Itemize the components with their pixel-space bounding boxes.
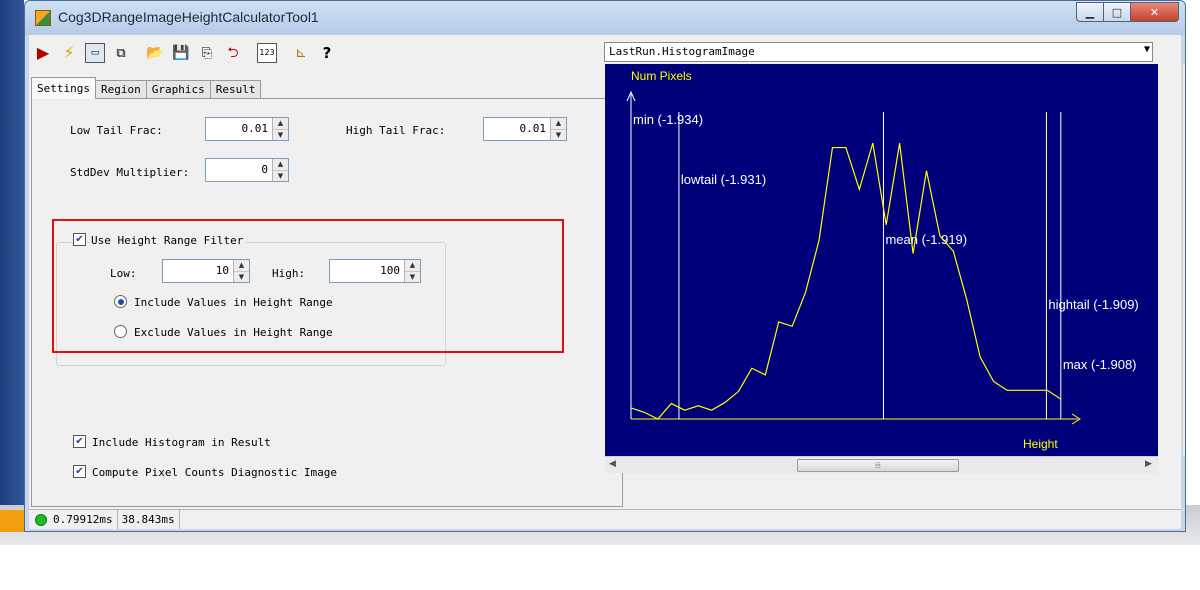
status-time-total: 38.843ms (118, 510, 180, 529)
spin-down-icon[interactable]: ▼ (405, 271, 420, 282)
app-icon (35, 10, 51, 26)
status-led-icon (35, 513, 47, 526)
vertical-scrollbar[interactable]: ▲ ▼ (1182, 64, 1186, 456)
minimize-button[interactable]: ▁ (1076, 2, 1104, 22)
marker-label: hightail (-1.909) (1048, 297, 1138, 312)
save-icon[interactable]: 💾 (171, 43, 191, 63)
spin-up-icon[interactable]: ▲ (273, 118, 288, 130)
spin-up-icon[interactable]: ▲ (405, 260, 420, 272)
marker-label: lowtail (-1.931) (681, 172, 766, 187)
tab-graphics[interactable]: Graphics (145, 80, 211, 99)
floating-display-icon[interactable]: ⧉ (111, 43, 131, 63)
window-controls: ▁ □ ✕ (1076, 2, 1179, 22)
exclude-values-label: Exclude Values in Height Range (134, 326, 333, 339)
spin-up-icon[interactable]: ▲ (273, 159, 288, 171)
marker-label: min (-1.934) (633, 112, 703, 127)
measure-icon[interactable]: ⊾ (291, 43, 311, 63)
include-histogram-label: Include Histogram in Result (92, 436, 271, 449)
desktop-background-left (0, 0, 24, 505)
low-tail-frac-label: Low Tail Frac: (70, 124, 163, 137)
status-time-last: 0.79912ms (49, 510, 118, 529)
reset-icon[interactable]: ⮌ (223, 43, 243, 63)
tab-settings[interactable]: Settings (31, 77, 96, 99)
help-icon[interactable]: ? (317, 43, 337, 63)
window-title: Cog3DRangeImageHeightCalculatorTool1 (58, 9, 319, 25)
image-select-dropdown[interactable]: LastRun.HistogramImage ▼ (604, 42, 1153, 62)
high-spinner[interactable]: 100 ▲ ▼ (329, 259, 421, 283)
exclude-values-radio[interactable] (114, 325, 127, 338)
include-histogram-checkbox[interactable]: ✔ (73, 435, 86, 448)
local-display-icon[interactable]: ▭ (85, 43, 105, 63)
spin-up-icon[interactable]: ▲ (234, 260, 249, 272)
height-range-filter-checkbox[interactable]: ✔ (73, 233, 86, 246)
histogram-chart: Num Pixels Height min (-1.934) lowtail (-… (626, 69, 1139, 451)
high-tail-frac-value[interactable]: 0.01 (484, 118, 550, 140)
include-values-label: Include Values in Height Range (134, 296, 333, 309)
save-as-icon[interactable]: ⎘ (197, 43, 217, 63)
scroll-left-icon[interactable]: ◀ (609, 459, 616, 469)
spin-down-icon[interactable]: ▼ (234, 271, 249, 282)
spin-down-icon[interactable]: ▼ (551, 129, 566, 140)
stddev-multiplier-spinner[interactable]: 0 ▲ ▼ (205, 158, 289, 182)
spin-down-icon[interactable]: ▼ (273, 129, 288, 140)
low-tail-frac-spinner[interactable]: 0.01 ▲ ▼ (205, 117, 289, 141)
stddev-multiplier-label: StdDev Multiplier: (70, 166, 190, 179)
horizontal-scrollbar[interactable]: ◀ ⦙⦙⦙ ▶ (605, 456, 1158, 473)
stddev-multiplier-value[interactable]: 0 (206, 159, 272, 181)
y-axis-label: Num Pixels (631, 69, 692, 83)
high-tail-frac-label: High Tail Frac: (346, 124, 446, 137)
include-values-radio[interactable] (114, 295, 127, 308)
maximize-button[interactable]: □ (1104, 2, 1131, 22)
low-value[interactable]: 10 (163, 260, 233, 282)
x-axis-label: Height (1023, 437, 1058, 451)
compute-pixel-counts-checkbox[interactable]: ✔ (73, 465, 86, 478)
run-icon[interactable]: ▶ (33, 43, 53, 63)
scroll-right-icon[interactable]: ▶ (1145, 459, 1152, 469)
title-bar[interactable]: Cog3DRangeImageHeightCalculatorTool1 ▁ □… (25, 1, 1185, 35)
vertical-scroll-thumb[interactable] (1185, 204, 1186, 316)
close-button[interactable]: ✕ (1131, 2, 1179, 22)
image-select-value: LastRun.HistogramImage (609, 45, 755, 58)
marker-label: max (-1.908) (1063, 357, 1137, 372)
low-label: Low: (110, 267, 137, 280)
open-icon[interactable]: 📂 (145, 43, 165, 63)
height-range-filter-label: Use Height Range Filter (91, 234, 247, 247)
low-spinner[interactable]: 10 ▲ ▼ (162, 259, 250, 283)
marker-label: mean (-1.919) (885, 232, 967, 247)
chevron-down-icon[interactable]: ▼ (1144, 44, 1150, 55)
horizontal-scroll-thumb[interactable]: ⦙⦙⦙ (797, 459, 959, 472)
settings-panel: Low Tail Frac: 0.01 ▲ ▼ High Tail Frac: 0… (31, 98, 623, 507)
tab-strip: Settings Region Graphics Result (31, 77, 262, 99)
electric-mode-icon[interactable]: ⚡ (59, 43, 79, 63)
high-value[interactable]: 100 (330, 260, 404, 282)
histogram-display[interactable]: Num Pixels Height min (-1.934) lowtail (-… (605, 64, 1158, 456)
compute-pixel-counts-label: Compute Pixel Counts Diagnostic Image (92, 466, 338, 479)
spin-down-icon[interactable]: ▼ (273, 170, 288, 181)
status-bar: 0.79912ms 38.843ms (29, 509, 1181, 529)
low-tail-frac-value[interactable]: 0.01 (206, 118, 272, 140)
spin-up-icon[interactable]: ▲ (551, 118, 566, 130)
tool-window: Cog3DRangeImageHeightCalculatorTool1 ▁ □… (24, 0, 1186, 532)
tab-region[interactable]: Region (94, 80, 147, 99)
tab-result[interactable]: Result (209, 80, 262, 99)
high-label: High: (272, 267, 306, 280)
high-tail-frac-spinner[interactable]: 0.01 ▲ ▼ (483, 117, 567, 141)
numeric-display-icon[interactable]: 123 (257, 43, 277, 63)
